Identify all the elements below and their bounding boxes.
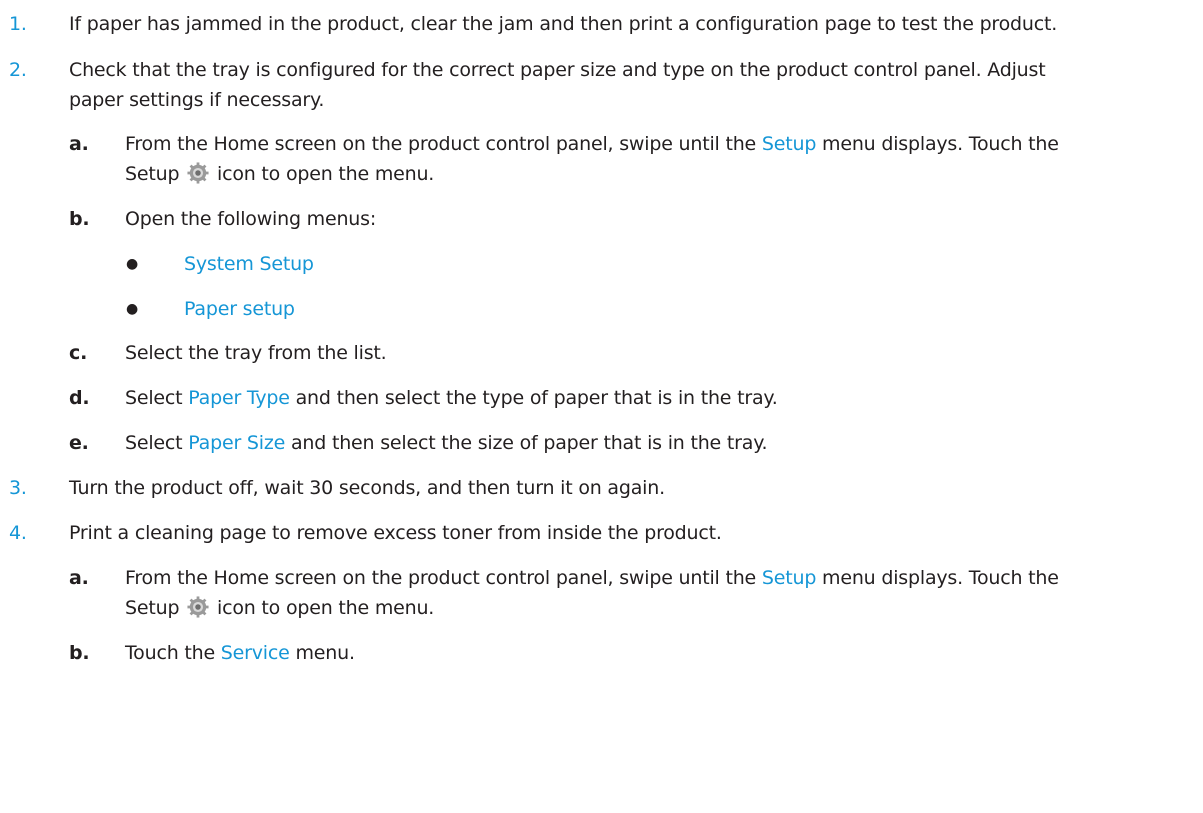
substep-text: From the Home screen on the product cont… bbox=[125, 130, 1059, 159]
menu-link-service: Service bbox=[220, 642, 290, 664]
text-fragment: Setup bbox=[125, 597, 180, 619]
menu-link-paper-type: Paper Type bbox=[188, 387, 290, 409]
text-fragment: Select bbox=[125, 432, 189, 454]
substep-text: Select the tray from the list. bbox=[125, 342, 387, 364]
step-text: Check that the tray is configured for th… bbox=[69, 59, 1046, 81]
substep-text: Setup icon to open the menu. bbox=[125, 160, 434, 189]
text-fragment: and then select the size of paper that i… bbox=[285, 432, 768, 454]
menu-link-paper-size: Paper Size bbox=[188, 432, 286, 454]
substep-text: Touch the Service menu. bbox=[125, 639, 355, 668]
bullet-icon: ● bbox=[126, 301, 139, 317]
text-fragment: menu. bbox=[289, 642, 355, 664]
text-fragment: menu displays. Touch the bbox=[816, 133, 1059, 155]
substep-text: From the Home screen on the product cont… bbox=[125, 564, 1059, 593]
step-number: 2. bbox=[9, 59, 27, 81]
substep-letter: c. bbox=[69, 342, 88, 364]
text-fragment: Setup bbox=[125, 163, 180, 185]
bullet-icon: ● bbox=[126, 256, 139, 272]
gear-icon bbox=[187, 596, 209, 618]
substep-text: Select Paper Type and then select the ty… bbox=[125, 384, 778, 413]
text-fragment: Touch the bbox=[125, 642, 221, 664]
text-fragment: icon to open the menu. bbox=[217, 163, 435, 185]
step-text: If paper has jammed in the product, clea… bbox=[69, 13, 1058, 35]
menu-link-paper-setup: Paper setup bbox=[184, 298, 295, 320]
step-text: Print a cleaning page to remove excess t… bbox=[69, 522, 722, 544]
substep-letter: a. bbox=[69, 133, 89, 155]
substep-letter: e. bbox=[69, 432, 89, 454]
text-fragment: menu displays. Touch the bbox=[816, 567, 1059, 589]
menu-link-setup: Setup bbox=[761, 133, 817, 155]
text-fragment: From the Home screen on the product cont… bbox=[125, 567, 762, 589]
step-number: 3. bbox=[9, 477, 27, 499]
text-fragment: Select bbox=[125, 387, 189, 409]
step-text: paper settings if necessary. bbox=[69, 89, 325, 111]
step-number: 1. bbox=[9, 13, 27, 35]
substep-text: Setup icon to open the menu. bbox=[125, 594, 434, 623]
menu-link-system-setup: System Setup bbox=[184, 253, 314, 275]
substep-letter: b. bbox=[69, 642, 90, 664]
menu-link-setup: Setup bbox=[761, 567, 817, 589]
substep-text: Open the following menus: bbox=[125, 208, 377, 230]
text-fragment: and then select the type of paper that i… bbox=[289, 387, 778, 409]
text-fragment: From the Home screen on the product cont… bbox=[125, 133, 762, 155]
step-text: Turn the product off, wait 30 seconds, a… bbox=[69, 477, 665, 499]
substep-letter: a. bbox=[69, 567, 89, 589]
gear-icon bbox=[187, 162, 209, 184]
text-fragment: icon to open the menu. bbox=[217, 597, 435, 619]
substep-letter: b. bbox=[69, 208, 90, 230]
substep-letter: d. bbox=[69, 387, 90, 409]
step-number: 4. bbox=[9, 522, 27, 544]
substep-text: Select Paper Size and then select the si… bbox=[125, 429, 768, 458]
